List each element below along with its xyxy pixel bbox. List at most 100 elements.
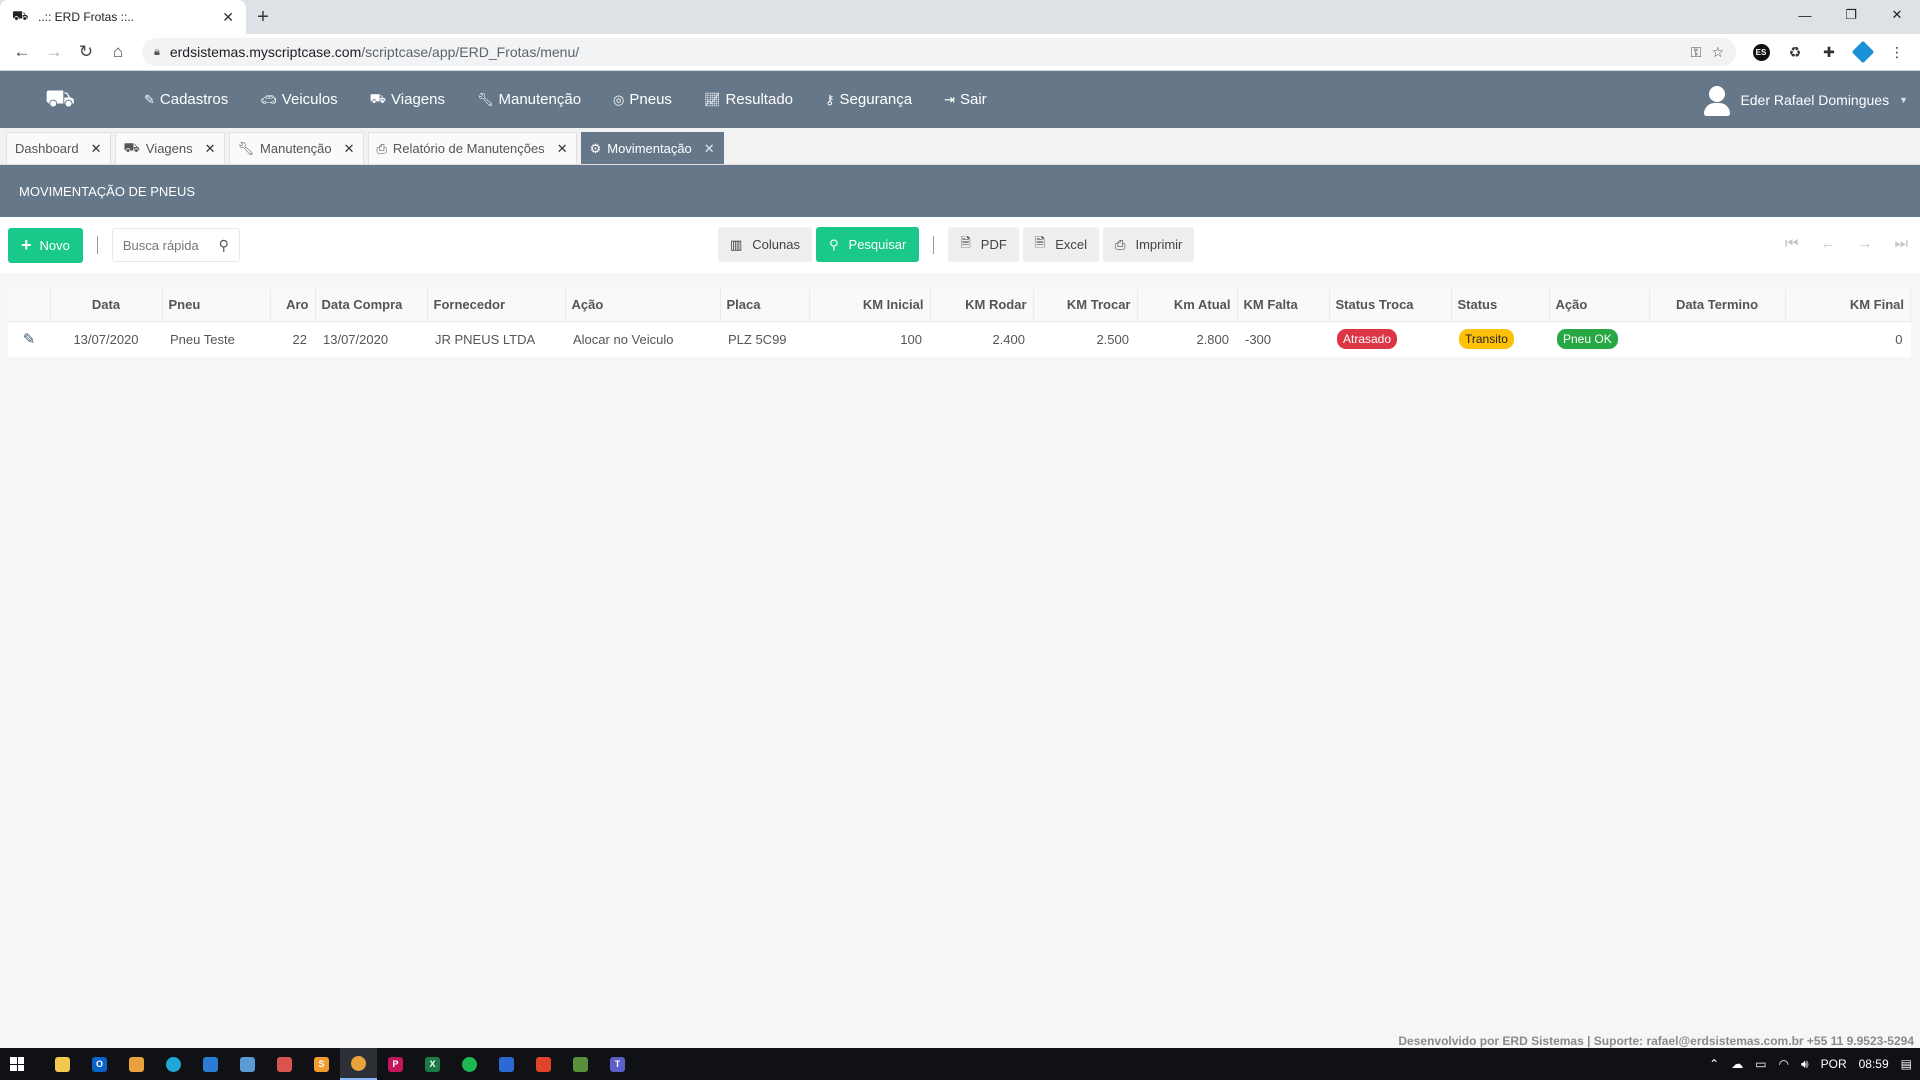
search-icon[interactable]: ⚲	[219, 237, 229, 254]
spotify-icon[interactable]	[451, 1048, 488, 1080]
folder-app-icon[interactable]	[118, 1048, 155, 1080]
search-button[interactable]: ⚲ Pesquisar	[816, 227, 920, 262]
volume-icon[interactable]: 🔊︎	[1801, 1057, 1809, 1072]
pycharm-icon[interactable]: P	[377, 1048, 414, 1080]
header-km-final[interactable]: KM Final	[1785, 289, 1911, 322]
close-icon[interactable]: ✕	[205, 141, 216, 157]
edge-icon[interactable]	[155, 1048, 192, 1080]
chevron-up-icon[interactable]: ⌃	[1709, 1057, 1719, 1071]
url-text[interactable]: erdsistemas.myscriptcase.com/scriptcase/…	[170, 44, 1681, 60]
new-button[interactable]: + Novo	[8, 227, 83, 263]
cell-aro: 22	[292, 331, 307, 347]
minimize-icon[interactable]: —	[1782, 0, 1828, 30]
notes-icon[interactable]	[229, 1048, 266, 1080]
first-page-icon[interactable]: ⏮	[1785, 235, 1799, 252]
clock[interactable]: 08:59	[1859, 1057, 1889, 1071]
home-icon[interactable]: ⌂	[104, 38, 132, 66]
pdf-button[interactable]: 🗎︎ PDF	[948, 227, 1019, 262]
menu-item-viagens[interactable]: ⛟ Viagens	[356, 71, 459, 128]
tab-dashboard[interactable]: Dashboard ✕	[6, 132, 111, 164]
menu-item-sair[interactable]: ⇥ Sair	[930, 71, 1001, 128]
header-km-rodar[interactable]: KM Rodar	[930, 289, 1034, 322]
excel-button[interactable]: 🗎︎ Excel	[1022, 227, 1100, 262]
excel-icon[interactable]: X	[414, 1048, 451, 1080]
header-data-termino[interactable]: Data Termino	[1649, 289, 1786, 322]
close-icon[interactable]: ✕	[704, 141, 715, 157]
tab-relatorio-manutencoes[interactable]: ⎙ Relatório de Manutenções ✕	[367, 132, 577, 164]
spreadsheet-icon[interactable]	[562, 1048, 599, 1080]
sublime-icon[interactable]: S	[303, 1048, 340, 1080]
windows-start-icon[interactable]	[0, 1048, 34, 1080]
header-aro[interactable]: Aro	[270, 289, 316, 322]
user-menu[interactable]: Eder Rafael Domingues ▼	[1704, 71, 1908, 128]
star-icon[interactable]: ☆	[1711, 44, 1724, 61]
mail-icon[interactable]	[192, 1048, 229, 1080]
reload-icon[interactable]: ↻	[72, 38, 100, 66]
close-icon[interactable]: ✕	[344, 141, 355, 157]
header-status[interactable]: Status	[1451, 289, 1550, 322]
next-page-icon[interactable]: →	[1857, 235, 1872, 252]
kite-extension-icon[interactable]	[1848, 38, 1878, 66]
header-km-inicial[interactable]: KM Inicial	[809, 289, 931, 322]
header-fornecedor[interactable]: Fornecedor	[427, 289, 566, 322]
header-status-troca[interactable]: Status Troca	[1329, 289, 1452, 322]
close-icon[interactable]: ✕	[91, 141, 102, 157]
kebab-menu-icon[interactable]: ⋮	[1882, 38, 1912, 66]
header-acao[interactable]: Ação	[565, 289, 721, 322]
quick-search-input[interactable]: Busca rápida ⚲	[111, 228, 240, 262]
word-app-icon[interactable]	[488, 1048, 525, 1080]
notification-icon[interactable]: ▤	[1901, 1057, 1912, 1071]
header-acao-2[interactable]: Ação	[1549, 289, 1650, 322]
new-tab-button[interactable]: +	[246, 0, 280, 34]
tab-manutencao[interactable]: 🔧︎ Manutenção ✕	[228, 132, 364, 164]
header-data-compra[interactable]: Data Compra	[315, 289, 428, 322]
menu-item-cadastros[interactable]: ✎ Cadastros	[130, 71, 242, 128]
chrome-icon[interactable]	[340, 1048, 377, 1080]
browser-tab-title: ..:: ERD Frotas ::..	[38, 10, 135, 24]
menu-item-veiculos[interactable]: 🚗︎ Veiculos	[246, 71, 351, 128]
close-window-icon[interactable]: ✕	[1874, 0, 1920, 30]
menu-item-pneus[interactable]: ◎ Pneus	[599, 71, 686, 128]
tab-movimentacao[interactable]: ⚙ Movimentação ✕	[580, 132, 724, 164]
window-controls: — ❐ ✕	[1782, 0, 1920, 30]
recycle-icon[interactable]: ♻	[1780, 38, 1810, 66]
close-tab-icon[interactable]: ✕	[222, 9, 234, 26]
teams-icon[interactable]: T	[599, 1048, 636, 1080]
menu-item-seguranca[interactable]: ⚷ Segurança	[811, 71, 926, 128]
close-icon[interactable]: ✕	[557, 141, 568, 157]
header-data[interactable]: Data	[50, 289, 163, 322]
header-placa[interactable]: Placa	[720, 289, 810, 322]
truck-logo-icon[interactable]: ⛟	[10, 85, 110, 115]
header-km-atual[interactable]: Km Atual	[1137, 289, 1238, 322]
edit-icon[interactable]: ✎	[23, 331, 36, 348]
edit-row-cell[interactable]: ✎	[8, 321, 50, 357]
menu-item-manutencao[interactable]: 🔧︎ Manutenção	[463, 71, 595, 128]
print-button[interactable]: ⎙ Imprimir	[1103, 227, 1195, 262]
last-page-icon[interactable]: ⏭	[1894, 235, 1908, 252]
address-bar[interactable]: 🔒︎ erdsistemas.myscriptcase.com/scriptca…	[142, 38, 1736, 66]
header-km-falta[interactable]: KM Falta	[1237, 289, 1330, 322]
forward-icon[interactable]: →	[40, 38, 68, 66]
outlook-icon[interactable]: O	[81, 1048, 118, 1080]
back-icon[interactable]: ←	[8, 38, 36, 66]
header-pneu[interactable]: Pneu	[162, 289, 271, 322]
battery-icon[interactable]: ▭	[1755, 1057, 1766, 1071]
cloud-icon[interactable]: ☁	[1731, 1057, 1743, 1071]
browser-tab[interactable]: ⛟ ..:: ERD Frotas ::.. ✕	[0, 0, 246, 34]
menu-item-resultado[interactable]: 📈︎ Resultado	[690, 71, 807, 128]
language-indicator[interactable]: POR	[1821, 1057, 1847, 1071]
brave-icon[interactable]	[525, 1048, 562, 1080]
header-km-trocar[interactable]: KM Trocar	[1033, 289, 1138, 322]
restore-icon[interactable]: ❐	[1828, 0, 1874, 30]
puzzle-icon[interactable]: ✚	[1814, 38, 1844, 66]
prev-page-icon[interactable]: ←	[1820, 235, 1835, 252]
paint-icon[interactable]	[266, 1048, 303, 1080]
columns-button[interactable]: ▥ Colunas	[718, 227, 812, 262]
extension-es-icon[interactable]: ES	[1746, 38, 1776, 66]
wifi-icon[interactable]: ◠	[1779, 1057, 1789, 1071]
key-icon[interactable]: ⚿	[1691, 44, 1702, 61]
file-explorer-icon[interactable]	[44, 1048, 81, 1080]
cell-placa: PLZ 5C99	[728, 331, 787, 347]
browser-toolbar: ← → ↻ ⌂ 🔒︎ erdsistemas.myscriptcase.com/…	[0, 34, 1920, 71]
tab-viagens[interactable]: ⛟ Viagens ✕	[114, 132, 225, 164]
